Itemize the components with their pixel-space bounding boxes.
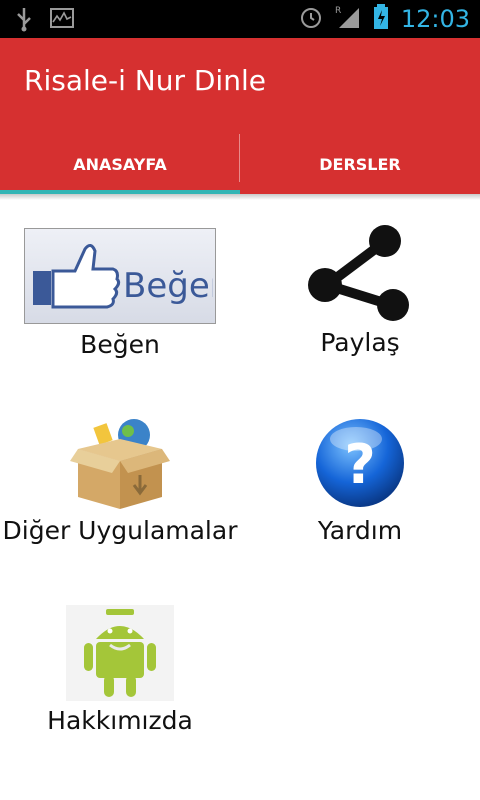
grid-item-paylas[interactable]: Paylaş: [240, 225, 480, 357]
like-icon-text: Beğen: [123, 266, 213, 306]
tab-divider: [239, 134, 240, 182]
like-icon: Beğen: [24, 228, 216, 324]
grid-item-yardim[interactable]: ? Yardım: [240, 416, 480, 545]
help-icon: ?: [265, 416, 455, 510]
status-bar: R 12:03: [0, 0, 480, 38]
app-bar-shadow: [0, 194, 480, 200]
grid-item-label: Hakkımızda: [47, 706, 193, 735]
tab-anasayfa[interactable]: ANASAYFA: [0, 134, 240, 194]
grid-item-hakkimizda[interactable]: Hakkımızda: [0, 605, 240, 735]
grid-item-label: Paylaş: [320, 328, 400, 357]
app-bar: Risale-i Nur Dinle ANASAYFA DERSLER: [0, 38, 480, 194]
status-time: 12:03: [400, 5, 470, 33]
usb-icon: [14, 6, 34, 36]
help-icon-text: ?: [344, 433, 375, 496]
tab-dersler[interactable]: DERSLER: [240, 134, 480, 194]
alarm-icon: [299, 5, 323, 33]
svg-text:R: R: [335, 6, 341, 16]
activity-monitor-icon: [50, 8, 74, 34]
app-title: Risale-i Nur Dinle: [24, 64, 266, 97]
android-icon: [25, 605, 215, 701]
share-icon: [265, 225, 455, 322]
grid-item-diger-uygulamalar[interactable]: Diğer Uygulamalar: [0, 416, 240, 545]
battery-icon: [373, 4, 389, 34]
signal-icon: R: [335, 4, 361, 34]
box-icon: [25, 416, 215, 510]
tab-label: ANASAYFA: [73, 154, 167, 174]
grid-item-begen[interactable]: Beğen Beğen: [0, 228, 240, 359]
grid-item-label: Diğer Uygulamalar: [2, 516, 238, 545]
grid-item-label: Yardım: [317, 516, 403, 545]
tab-label: DERSLER: [319, 154, 401, 174]
tab-bar: ANASAYFA DERSLER: [0, 134, 480, 194]
grid-item-label: Beğen: [80, 330, 160, 359]
